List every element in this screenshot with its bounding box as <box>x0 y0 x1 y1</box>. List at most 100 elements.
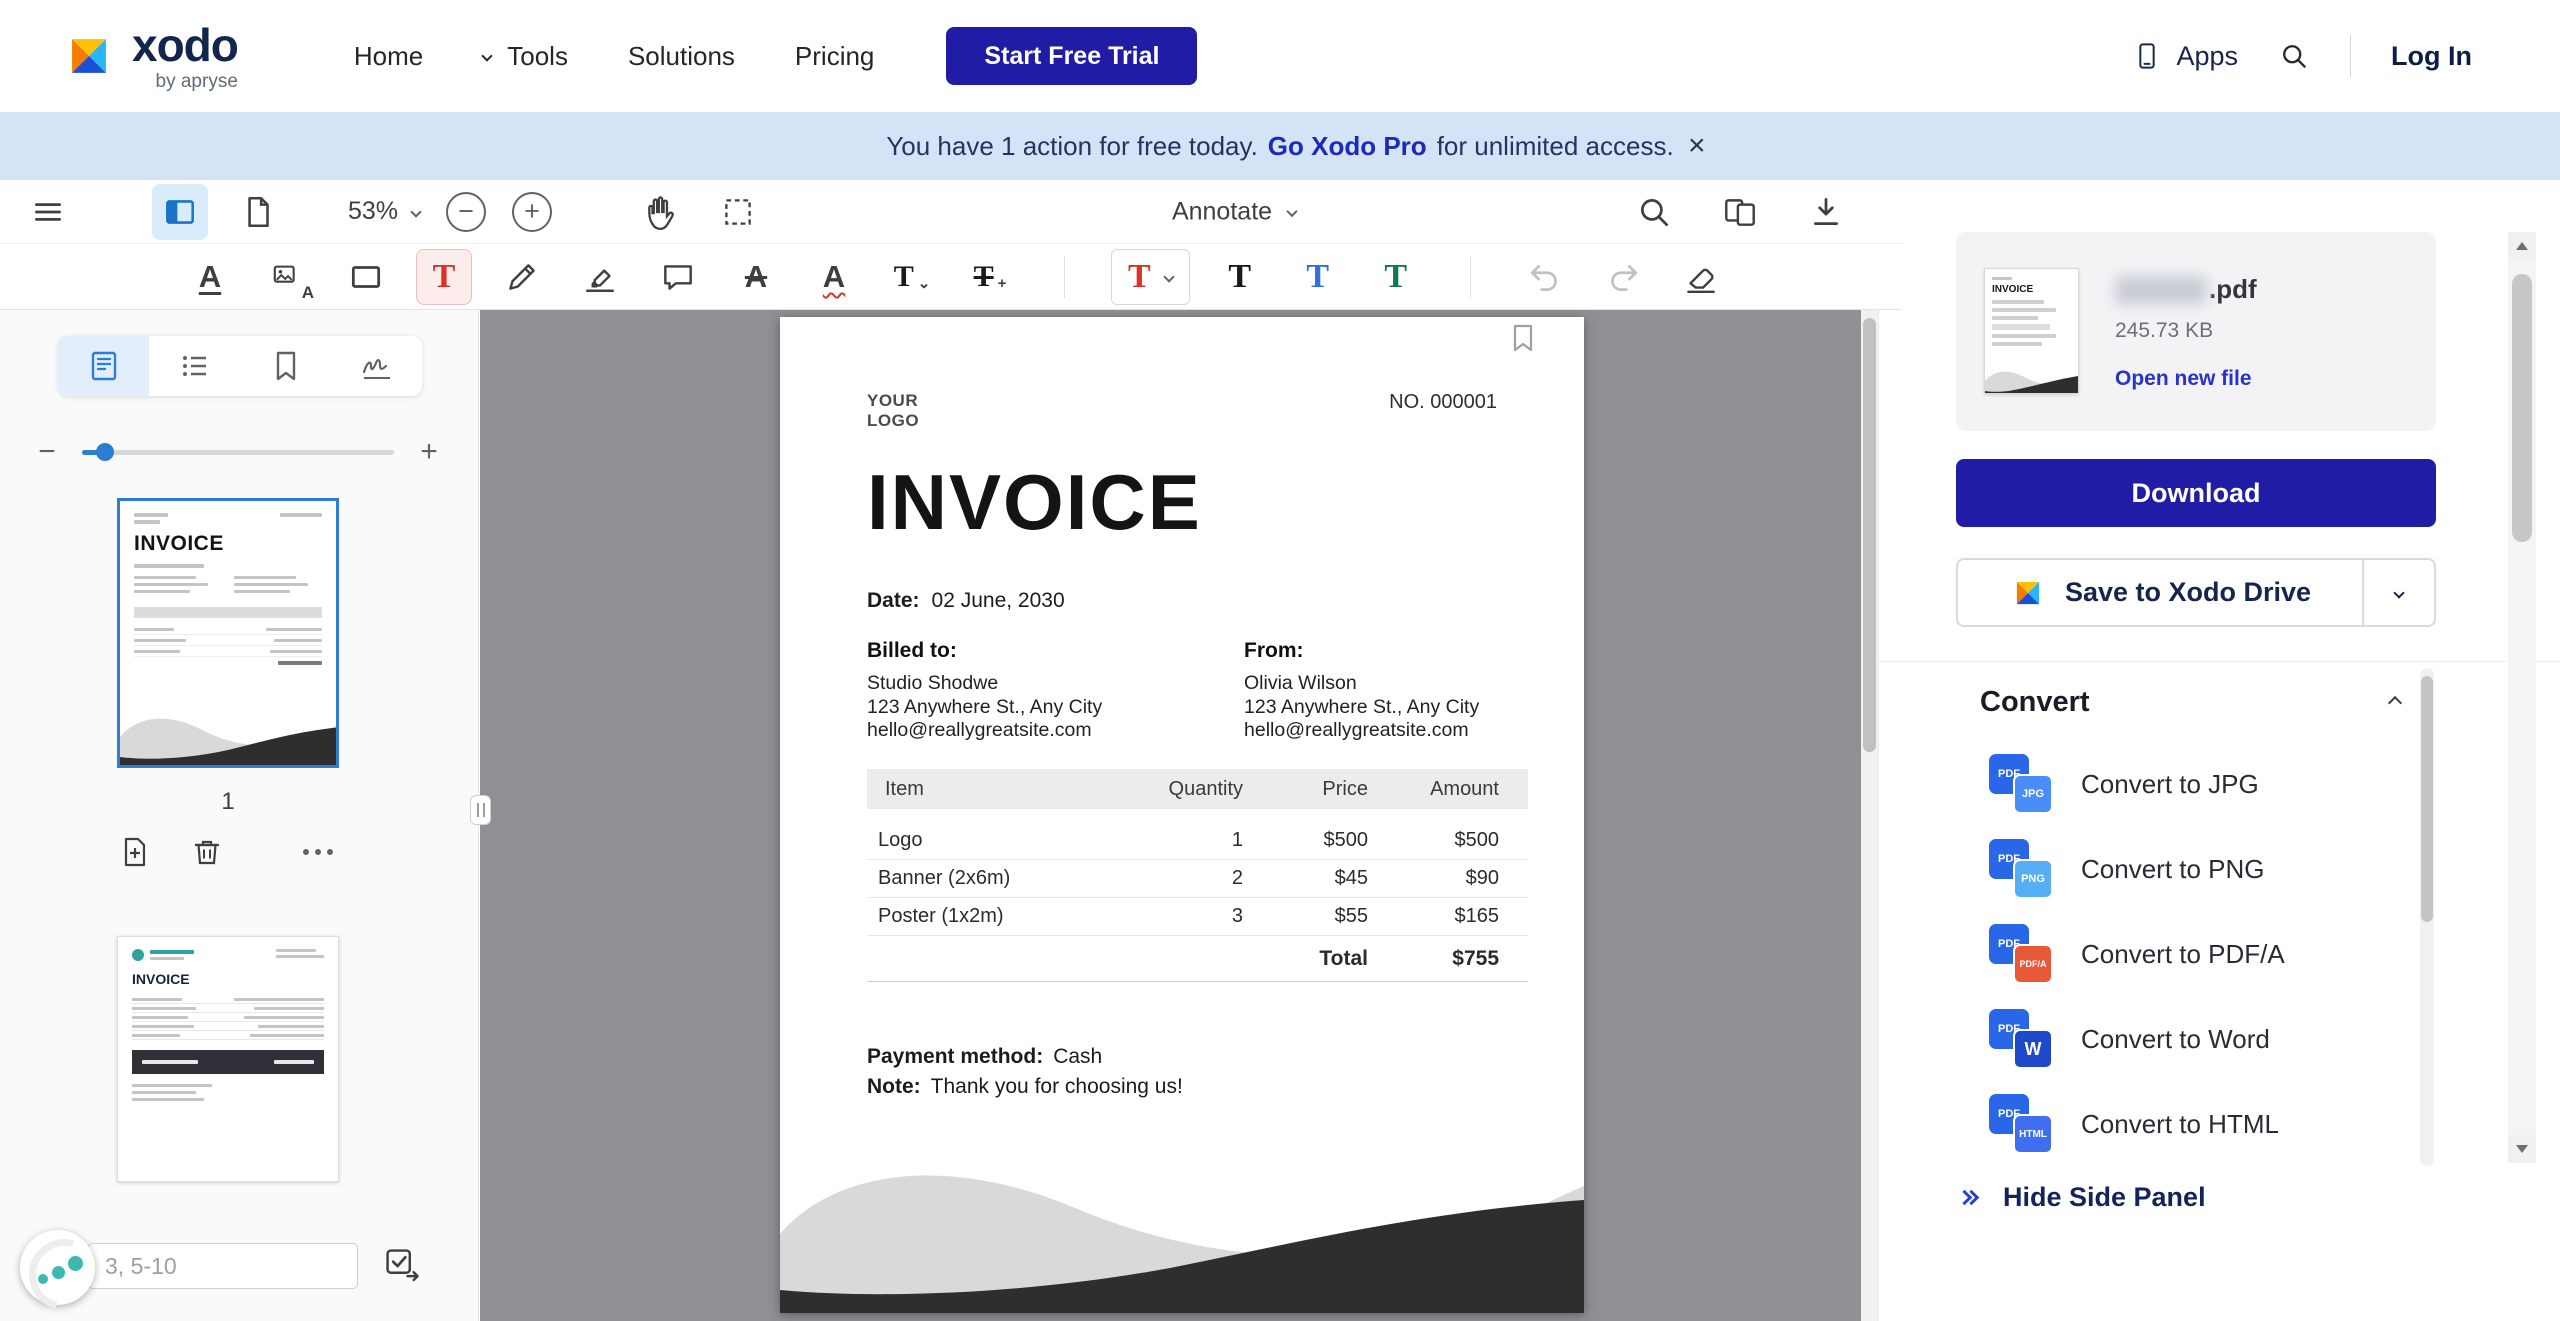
tab-bookmarks[interactable] <box>240 336 331 396</box>
save-to-drive-button[interactable]: Save to Xodo Drive <box>1956 558 2436 627</box>
callout-tool[interactable]: A <box>260 249 316 305</box>
convert-to-png[interactable]: PDF PNG Convert to PNG <box>1989 839 2285 899</box>
convert-to-html[interactable]: PDF HTML Convert to HTML <box>1989 1094 2285 1154</box>
convert-to-jpg[interactable]: PDF JPG Convert to JPG <box>1989 754 2285 814</box>
delete-page-icon[interactable] <box>189 834 225 870</box>
brand-byline: by apryse <box>155 70 238 92</box>
panel-scrollbar-thumb[interactable] <box>2512 274 2532 542</box>
zoom-out-button[interactable]: − <box>446 191 487 232</box>
tab-thumbnails[interactable] <box>58 336 149 396</box>
page-bookmark-icon[interactable] <box>1510 323 1536 353</box>
image-icon <box>273 265 295 283</box>
login-link[interactable]: Log In <box>2391 41 2472 72</box>
outline-list-icon <box>182 356 206 376</box>
save-options-caret[interactable] <box>2362 560 2434 625</box>
xodo-logo[interactable]: xodo by apryse <box>60 22 239 92</box>
nav-home[interactable]: Home <box>354 41 423 72</box>
open-new-file-link[interactable]: Open new file <box>2115 367 2257 391</box>
viewer-scrollbar[interactable] <box>1861 310 1878 1321</box>
zoom-in-button[interactable]: + <box>512 191 553 232</box>
eraser-tool[interactable] <box>1673 249 1729 305</box>
select-pages-button[interactable] <box>380 1244 424 1288</box>
zoom-level-dropdown[interactable]: 53% <box>348 197 422 226</box>
convert-to-word[interactable]: PDF W Convert to Word <box>1989 1009 2285 1069</box>
convert-section-header[interactable]: Convert <box>1980 686 2403 719</box>
chevron-down-icon <box>410 205 422 218</box>
highlighter-tool[interactable] <box>572 249 628 305</box>
start-free-trial-button[interactable]: Start Free Trial <box>946 27 1198 85</box>
hamburger-icon <box>35 202 61 221</box>
free-text-tool-active[interactable]: T <box>416 248 472 305</box>
text-style-blue[interactable]: T <box>1290 249 1346 305</box>
toggle-left-panel-button[interactable] <box>152 183 208 240</box>
convert-scrollbar[interactable] <box>2420 668 2434 1166</box>
slider-knob[interactable] <box>96 443 114 461</box>
search-icon[interactable] <box>2278 40 2310 72</box>
invoice-table-header: Item Quantity Price Amount <box>867 769 1528 809</box>
more-actions-icon[interactable] <box>303 849 339 855</box>
banner-close-button[interactable]: × <box>1688 129 1706 163</box>
insert-page-icon[interactable] <box>117 834 153 870</box>
billed-to-block: Billed to: Studio Shodwe 123 Anywhere St… <box>867 639 1103 741</box>
download-icon <box>1814 197 1838 225</box>
download-button[interactable]: Download <box>1956 459 2436 527</box>
tab-outline[interactable] <box>149 336 240 396</box>
download-document-button[interactable] <box>1798 184 1854 240</box>
compare-pages-button[interactable] <box>1712 184 1768 240</box>
insert-text-tool[interactable]: T ⌄ <box>884 249 940 305</box>
nav-tools[interactable]: Tools <box>481 41 568 72</box>
scroll-down-arrow[interactable] <box>2508 1135 2536 1163</box>
undo-button[interactable] <box>1517 249 1573 305</box>
signature-icon <box>362 359 390 379</box>
text-style-green[interactable]: T <box>1368 249 1424 305</box>
search-document-button[interactable] <box>1626 184 1682 240</box>
strikethrough-tool[interactable]: A <box>728 249 784 305</box>
file-size: 245.73 KB <box>2115 319 2214 342</box>
apps-menu[interactable]: Apps <box>2132 41 2238 72</box>
redo-button[interactable] <box>1595 249 1651 305</box>
convert-options-list: PDF JPG Convert to JPG PDF PNG Convert t… <box>1989 754 2285 1154</box>
page-thumbnail-1[interactable]: INVOICE <box>117 498 339 768</box>
convert-to-pdfa[interactable]: PDF PDF/A Convert to PDF/A <box>1989 924 2285 984</box>
page-number-label: 1 <box>221 788 235 815</box>
nav-pricing[interactable]: Pricing <box>795 41 874 72</box>
comment-bubble-icon <box>664 264 692 290</box>
pen-tool[interactable] <box>494 249 550 305</box>
scroll-up-arrow[interactable] <box>2508 232 2536 260</box>
from-block: From: Olivia Wilson 123 Anywhere St., An… <box>1244 639 1480 741</box>
xodo-app: xodo by apryse Home Tools Solutions Pric… <box>0 0 2560 1321</box>
pdf-page[interactable]: YOUR LOGO NO. 000001 INVOICE Date: 02 Jun… <box>780 317 1584 1313</box>
panel-scrollbar[interactable] <box>2508 232 2536 1163</box>
mode-dropdown[interactable]: Annotate <box>1154 187 1314 236</box>
select-tool-button[interactable] <box>710 184 766 240</box>
squiggly-underline-tool[interactable]: A <box>806 249 862 305</box>
replace-text-tool[interactable]: T + <box>962 249 1018 305</box>
text-underline-tool[interactable]: A <box>182 249 238 305</box>
document-icon <box>248 196 269 227</box>
nav-links: Home Tools Solutions Pricing <box>354 41 875 72</box>
table-row: Banner (2x6m) 2 $45 $90 <box>867 860 1528 898</box>
viewer-scrollbar-thumb[interactable] <box>1863 318 1876 752</box>
hide-side-panel-button[interactable]: Hide Side Panel <box>1956 1182 2206 1213</box>
thumbnail-smaller-button[interactable]: − <box>28 435 66 469</box>
text-style-black[interactable]: T <box>1212 249 1268 305</box>
text-style-red-dropdown[interactable]: T <box>1111 248 1190 305</box>
nav-solutions[interactable]: Solutions <box>628 41 735 72</box>
sidebar-tabs <box>58 336 422 396</box>
go-xodo-pro-link[interactable]: Go Xodo Pro <box>1268 131 1427 162</box>
cookie-widget[interactable] <box>20 1230 95 1305</box>
table-row: Poster (1x2m) 3 $55 $165 <box>867 898 1528 936</box>
page-view-button[interactable] <box>230 184 286 240</box>
page-thumbnail-2[interactable]: INVOICE <box>117 936 339 1182</box>
menu-button[interactable] <box>26 184 70 240</box>
tab-signatures[interactable] <box>331 336 422 396</box>
page-range-input[interactable] <box>88 1243 358 1289</box>
file-info-card: INVOICE .pdf 245.73 KB Open new file <box>1956 232 2436 431</box>
convert-scrollbar-thumb[interactable] <box>2421 676 2433 922</box>
pan-tool-button[interactable] <box>634 184 690 240</box>
slider-track[interactable] <box>82 443 394 461</box>
sidebar-resize-handle[interactable] <box>470 795 491 825</box>
rectangle-tool[interactable] <box>338 249 394 305</box>
thumbnail-larger-button[interactable]: + <box>410 435 448 469</box>
comment-tool[interactable] <box>650 249 706 305</box>
